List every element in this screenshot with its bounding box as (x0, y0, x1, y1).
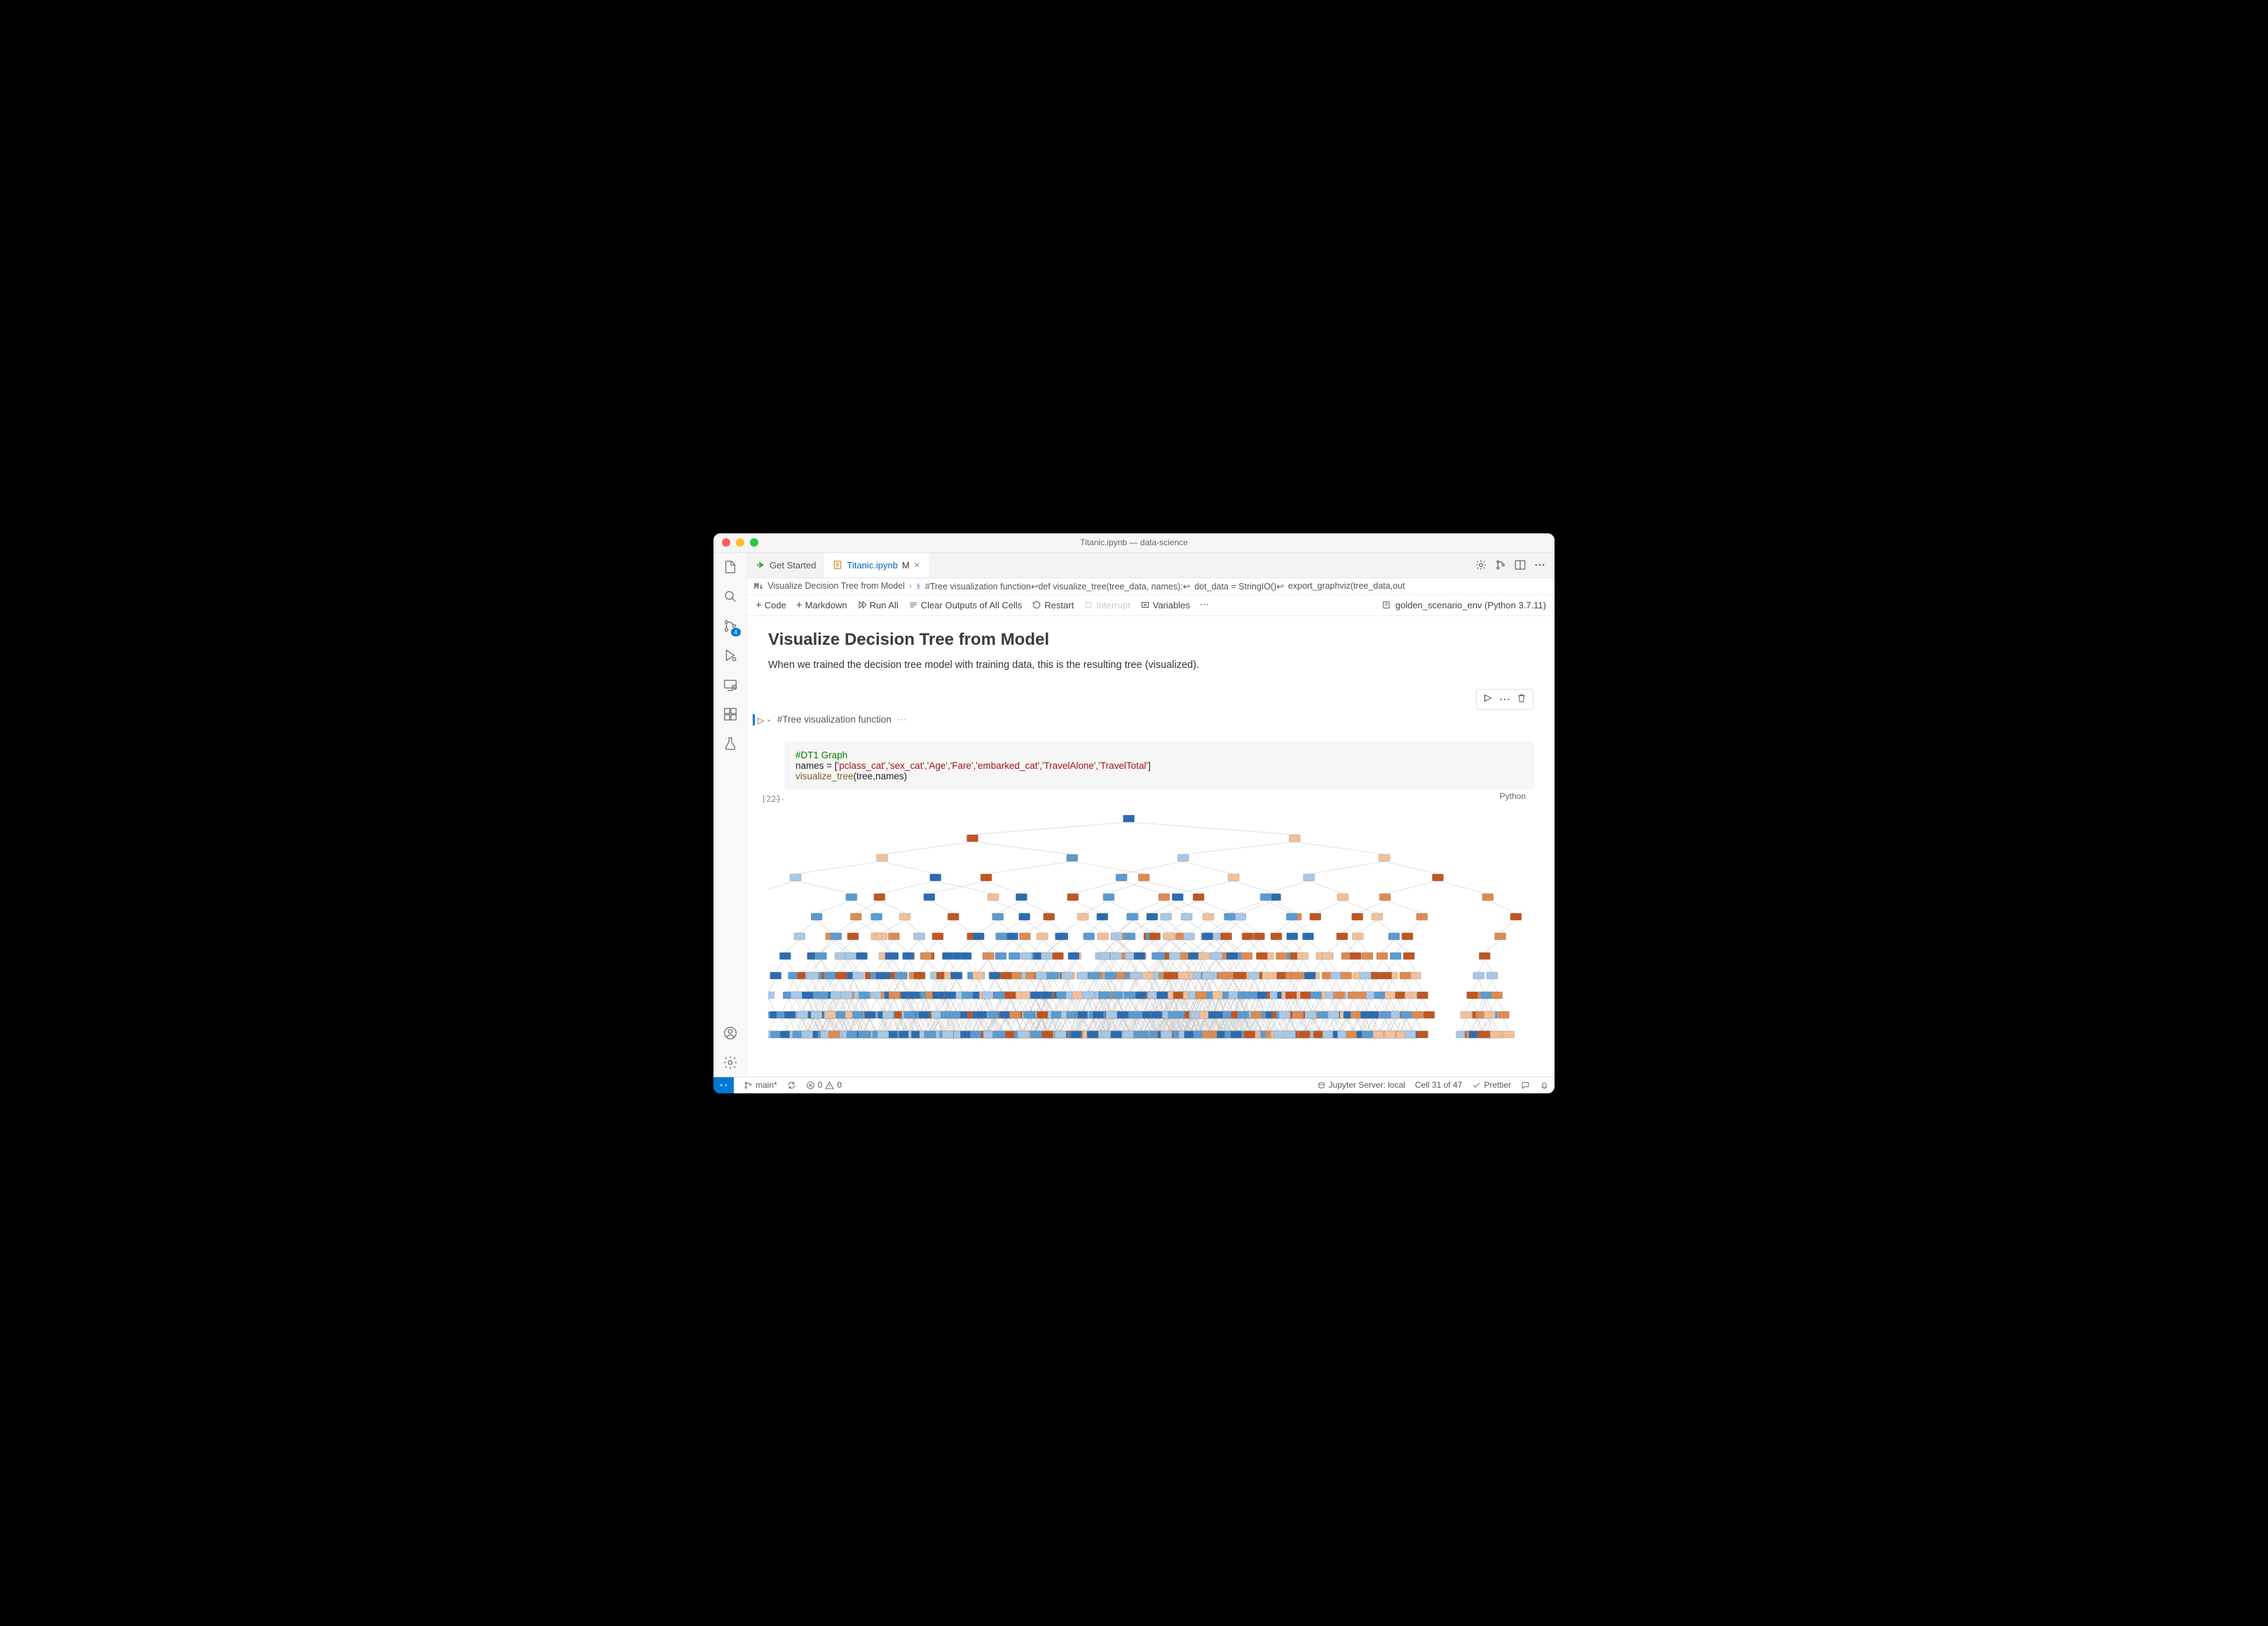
activity-bar: 4 (713, 553, 747, 1077)
branch-indicator[interactable]: main* (744, 1080, 777, 1090)
decision-tree-output (768, 810, 1533, 1063)
more-toolbar-icon[interactable]: ⋯ (1200, 599, 1209, 610)
testing-icon[interactable] (722, 735, 739, 752)
output-collapse-icon[interactable]: ⋯ (765, 793, 793, 805)
prettier-status[interactable]: Prettier (1472, 1080, 1511, 1090)
split-editor-icon[interactable] (1514, 559, 1526, 571)
problems-indicator[interactable]: 0 0 (806, 1080, 842, 1090)
decision-tree-svg (768, 810, 1533, 1063)
sync-icon[interactable] (787, 1081, 796, 1090)
tab-get-started[interactable]: Get Started (747, 553, 824, 578)
restart-button[interactable]: Restart (1032, 600, 1074, 610)
breadcrumb-item[interactable]: Visualize Decision Tree from Model (767, 581, 905, 591)
breadcrumb-item[interactable]: #Tree visualization function↩def visuali… (925, 581, 1190, 592)
more-icon[interactable] (1533, 559, 1546, 571)
run-cell-icon[interactable]: ▷⌄ (758, 714, 772, 725)
feedback-icon[interactable] (1521, 1081, 1530, 1090)
source-control-icon[interactable]: 4 (722, 617, 739, 634)
accounts-icon[interactable] (722, 1025, 739, 1041)
python-icon: ⚕ (916, 581, 921, 592)
gear-icon[interactable] (1475, 559, 1487, 571)
titlebar: Titanic.ipynb — data-science (713, 533, 1555, 553)
editor-tabs: Get Started Titanic.ipynb M × (747, 553, 1555, 578)
tab-actions (1475, 559, 1555, 571)
code-editor[interactable]: #DT1 Graph names = ['pclass_cat','sex_ca… (785, 742, 1533, 789)
interrupt-button[interactable]: Interrupt (1084, 600, 1130, 610)
breadcrumb[interactable]: M↓ Visualize Decision Tree from Model › … (747, 578, 1555, 595)
vscode-icon (756, 560, 765, 570)
body: 4 (713, 553, 1555, 1077)
delete-cell-icon[interactable] (1516, 692, 1527, 704)
zoom-window-button[interactable] (750, 538, 758, 547)
window-title: Titanic.ipynb — data-science (1080, 538, 1188, 547)
settings-gear-icon[interactable] (722, 1054, 739, 1071)
jupyter-server-status[interactable]: Jupyter Server: local (1317, 1080, 1405, 1090)
collapsed-code-preview: #Tree visualization function ⋯ (777, 714, 907, 725)
more-icon[interactable]: ⋯ (1499, 692, 1510, 706)
remote-indicator[interactable] (713, 1077, 734, 1093)
notebook-content: Visualize Decision Tree from Model When … (747, 616, 1555, 1077)
run-all-button[interactable]: Run All (857, 600, 899, 610)
remote-explorer-icon[interactable] (722, 676, 739, 693)
add-code-cell-button[interactable]: +Code (756, 599, 786, 611)
cell-position[interactable]: Cell 31 of 47 (1415, 1080, 1462, 1090)
chevron-right-icon: › (909, 581, 912, 591)
notifications-icon[interactable] (1540, 1081, 1549, 1090)
variables-button[interactable]: Variables (1140, 600, 1190, 610)
cell-toolbar: ⋯ (1476, 689, 1533, 710)
status-bar: main* 0 0 Jupyter Server: local Cell 31 … (713, 1077, 1555, 1093)
main: Get Started Titanic.ipynb M × M↓ Visual (747, 553, 1555, 1077)
extensions-icon[interactable] (722, 706, 739, 723)
diff-icon[interactable] (1494, 559, 1507, 571)
kernel-selector[interactable]: golden_scenario_env (Python 3.7.11) (1381, 600, 1546, 610)
search-icon[interactable] (722, 588, 739, 605)
cell-language-label[interactable]: Python (1500, 791, 1526, 801)
explorer-icon[interactable] (722, 559, 739, 575)
breadcrumb-item[interactable]: export_graphviz(tree_data,out (1288, 581, 1405, 591)
modified-indicator: M (902, 560, 910, 571)
close-tab-icon[interactable]: × (914, 559, 920, 571)
code-cell: [22] #DT1 Graph names = ['pclass_cat','s… (768, 742, 1533, 1063)
tab-titanic[interactable]: Titanic.ipynb M × (824, 553, 928, 578)
add-markdown-cell-button[interactable]: +Markdown (796, 599, 847, 611)
markdown-paragraph: When we trained the decision tree model … (768, 660, 1533, 671)
close-window-button[interactable] (722, 538, 730, 547)
notebook-icon (833, 560, 842, 570)
breadcrumb-item[interactable]: dot_data = StringIO()↩ (1194, 581, 1284, 592)
tab-label: Get Started (770, 560, 816, 571)
source-control-badge: 4 (731, 628, 741, 636)
tab-label: Titanic.ipynb (847, 560, 898, 571)
traffic-lights (722, 538, 758, 547)
minimize-window-button[interactable] (736, 538, 744, 547)
clear-outputs-button[interactable]: Clear Outputs of All Cells (908, 600, 1023, 610)
markdown-icon: M↓ (754, 582, 763, 591)
window: Titanic.ipynb — data-science 4 (713, 533, 1555, 1093)
collapsed-code-cell[interactable]: ▷⌄ #Tree visualization function ⋯ (753, 714, 1533, 725)
run-debug-icon[interactable] (722, 647, 739, 664)
run-by-line-icon[interactable] (1482, 692, 1494, 704)
notebook-toolbar: +Code +Markdown Run All Clear Outputs of… (747, 595, 1555, 616)
markdown-heading: Visualize Decision Tree from Model (768, 630, 1533, 650)
